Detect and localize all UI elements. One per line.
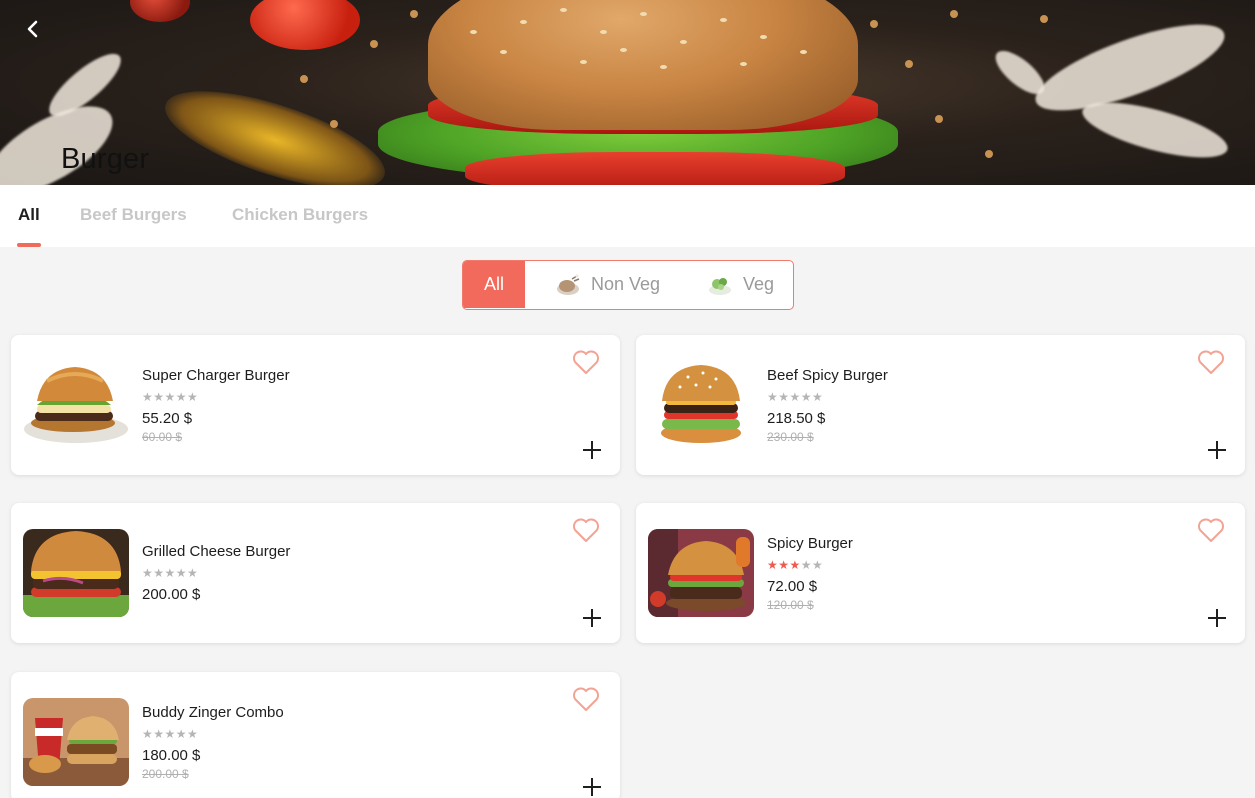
hero-cream-splash-right-2 <box>1077 91 1233 169</box>
heart-icon[interactable] <box>1197 517 1225 543</box>
plus-icon[interactable] <box>581 439 603 461</box>
heart-icon[interactable] <box>572 349 600 375</box>
product-card[interactable]: Buddy Zinger Combo ★★★★★ 180.00 $ 200.00… <box>11 672 620 798</box>
filter-veg-button[interactable]: Veg <box>707 261 774 308</box>
plus-icon[interactable] <box>581 607 603 629</box>
filter-nonveg-label: Non Veg <box>591 274 661 294</box>
rating-stars: ★★★★★ <box>142 390 199 404</box>
hero-tomato <box>250 0 360 50</box>
heart-icon[interactable] <box>572 686 600 712</box>
rating-stars: ★★★★★ <box>142 727 199 741</box>
product-price: 200.00 $ <box>142 586 201 603</box>
product-name: Beef Spicy Burger <box>767 367 888 384</box>
product-price: 218.50 $ <box>767 410 826 427</box>
hero-oil-splash <box>154 71 396 185</box>
tab-all[interactable]: All <box>18 205 40 225</box>
filter-veg-label: Veg <box>743 274 775 294</box>
hero-bun <box>428 0 858 130</box>
product-image <box>23 529 129 617</box>
tab-beef-burgers[interactable]: Beef Burgers <box>80 205 187 225</box>
product-card[interactable]: Spicy Burger ★★★★★ 72.00 $ 120.00 $ <box>636 503 1245 643</box>
product-old-price: 120.00 $ <box>767 598 814 612</box>
rating-stars: ★★★★★ <box>142 566 199 580</box>
filter-nonveg-button[interactable]: Non Veg <box>555 261 660 308</box>
product-card[interactable]: Super Charger Burger ★★★★★ 55.20 $ 60.00… <box>11 335 620 475</box>
product-image <box>23 361 129 449</box>
filter-all-button[interactable]: All <box>463 261 525 308</box>
hero-tomato-small <box>130 0 190 22</box>
product-old-price: 230.00 $ <box>767 430 814 444</box>
chevron-left-icon <box>27 20 38 38</box>
product-name: Super Charger Burger <box>142 367 290 384</box>
product-old-price: 60.00 $ <box>142 430 183 444</box>
page-title: Burger <box>61 143 150 175</box>
rating-stars: ★★★★★ <box>767 390 824 404</box>
back-button[interactable] <box>18 14 48 44</box>
product-price: 72.00 $ <box>767 578 818 595</box>
rating-stars: ★★★★★ <box>767 558 824 572</box>
filter-all-label: All <box>483 274 504 294</box>
product-price: 180.00 $ <box>142 747 201 764</box>
product-name: Spicy Burger <box>767 535 853 552</box>
plus-icon[interactable] <box>1206 607 1228 629</box>
product-card[interactable]: Beef Spicy Burger ★★★★★ 218.50 $ 230.00 … <box>636 335 1245 475</box>
heart-icon[interactable] <box>1197 349 1225 375</box>
hero-tomato-slice-bottom <box>465 152 845 185</box>
product-old-price: 200.00 $ <box>142 767 189 781</box>
product-card[interactable]: Grilled Cheese Burger ★★★★★ 200.00 $ <box>11 503 620 643</box>
product-image <box>23 698 129 786</box>
salad-icon <box>709 277 731 295</box>
tab-active-indicator <box>17 243 41 247</box>
diet-filter: All Non Veg Veg <box>462 260 794 310</box>
chicken-icon <box>557 274 580 295</box>
hero-cream-splash-right-3 <box>988 43 1052 102</box>
heart-icon[interactable] <box>572 517 600 543</box>
product-image <box>648 529 754 617</box>
hero-banner: Burger <box>0 0 1255 185</box>
category-tabs: All Beef Burgers Chicken Burgers <box>0 185 1255 247</box>
product-name: Buddy Zinger Combo <box>142 704 284 721</box>
product-name: Grilled Cheese Burger <box>142 543 291 560</box>
product-price: 55.20 $ <box>142 410 193 427</box>
plus-icon[interactable] <box>581 776 603 798</box>
tab-chicken-burgers[interactable]: Chicken Burgers <box>232 205 368 225</box>
product-image <box>648 361 754 449</box>
plus-icon[interactable] <box>1206 439 1228 461</box>
